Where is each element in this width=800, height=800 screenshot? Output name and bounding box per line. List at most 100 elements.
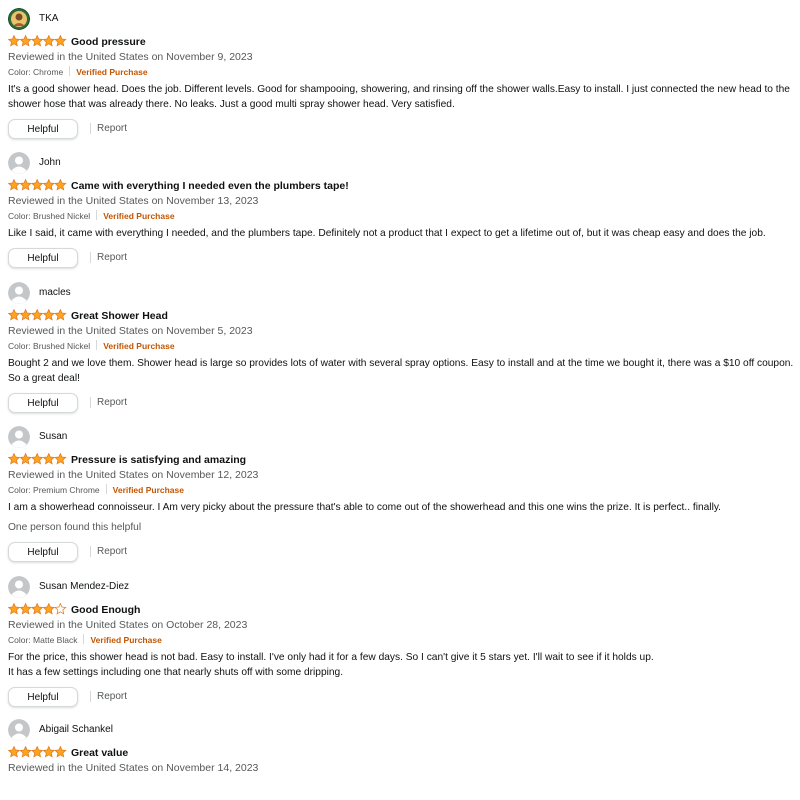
helpful-button[interactable]: Helpful — [8, 393, 78, 413]
star-rating[interactable] — [8, 453, 68, 467]
review-body: It's a good shower head. Does the job. D… — [8, 84, 790, 110]
report-link[interactable]: Report — [97, 251, 127, 265]
review-title[interactable]: Came with everything I needed even the p… — [71, 178, 349, 194]
meta-divider — [69, 66, 71, 76]
review-title[interactable]: Good Enough — [71, 602, 140, 618]
review-title-row: Pressure is satisfying and amazing — [8, 452, 794, 468]
review-actions: Helpful Report — [8, 248, 794, 270]
review-item: Susan Pressure is satisfying and amazing… — [8, 426, 794, 564]
review-date: Reviewed in the United States on Novembe… — [8, 195, 259, 207]
default-user-avatar-icon — [8, 152, 30, 174]
verified-purchase-badge: Verified Purchase — [90, 635, 162, 645]
star-filled-icon — [42, 603, 55, 615]
star-filled-icon — [8, 309, 21, 321]
helpful-button[interactable]: Helpful — [8, 119, 78, 139]
reviewer-name: John — [39, 157, 61, 168]
meta-divider — [96, 210, 98, 220]
star-filled-icon — [54, 746, 67, 758]
reviewer-profile[interactable]: Susan — [8, 426, 794, 448]
star-filled-icon — [19, 35, 32, 47]
review-title[interactable]: Good pressure — [71, 34, 146, 50]
report-link[interactable]: Report — [97, 122, 127, 136]
verified-purchase-badge: Verified Purchase — [103, 211, 175, 221]
review-body: Bought 2 and we love them. Shower head i… — [8, 358, 794, 384]
custom-photo-avatar-icon — [8, 8, 30, 30]
star-filled-icon — [30, 603, 44, 615]
review-meta: Color: Brushed Nickel Verified Purchase — [8, 209, 794, 223]
star-filled-icon — [42, 746, 55, 758]
review-item: Abigail Schankel Great value Reviewed in… — [8, 719, 794, 775]
action-divider — [90, 546, 91, 557]
reviewer-profile[interactable]: Susan Mendez-Diez — [8, 576, 794, 598]
default-user-avatar-icon — [8, 282, 30, 304]
reviewer-name: TKA — [39, 13, 59, 24]
verified-purchase-badge: Verified Purchase — [76, 67, 148, 77]
star-filled-icon — [8, 746, 21, 758]
star-rating[interactable] — [8, 309, 68, 323]
star-filled-icon — [19, 746, 32, 758]
star-filled-icon — [19, 179, 32, 191]
star-filled-icon — [30, 309, 44, 321]
star-filled-icon — [8, 35, 21, 47]
product-variant: Color: Brushed Nickel — [8, 211, 91, 221]
product-variant: Color: Chrome — [8, 67, 64, 77]
review-meta: Color: Brushed Nickel Verified Purchase — [8, 339, 794, 353]
helpful-button[interactable]: Helpful — [8, 542, 78, 562]
helpful-button[interactable]: Helpful — [8, 248, 78, 268]
star-rating[interactable] — [8, 603, 68, 617]
reviewer-profile[interactable]: TKA — [8, 8, 794, 30]
review-body: Like I said, it came with everything I n… — [8, 228, 766, 239]
meta-divider — [83, 634, 85, 644]
star-filled-icon — [19, 453, 32, 465]
review-body-line: It has a few settings including one that… — [8, 667, 344, 678]
reviews-list: TKA Good pressure Reviewed in the United… — [0, 0, 800, 800]
reviewer-profile[interactable]: John — [8, 152, 794, 174]
review-date: Reviewed in the United States on Novembe… — [8, 762, 259, 774]
review-meta: Color: Premium Chrome Verified Purchase — [8, 483, 794, 497]
star-filled-icon — [42, 179, 55, 191]
star-filled-icon — [42, 453, 55, 465]
star-filled-icon — [42, 35, 55, 47]
review-title-row: Good pressure — [8, 34, 794, 50]
helpful-button[interactable]: Helpful — [8, 687, 78, 707]
star-filled-icon — [54, 179, 67, 191]
review-actions: Helpful Report — [8, 687, 794, 709]
star-rating[interactable] — [8, 179, 68, 193]
review-actions: Helpful Report — [8, 542, 794, 564]
review-title[interactable]: Great value — [71, 745, 128, 761]
review-title[interactable]: Great Shower Head — [71, 308, 168, 324]
action-divider — [90, 691, 91, 702]
star-rating[interactable] — [8, 746, 68, 760]
star-filled-icon — [30, 179, 44, 191]
reviewer-name: macles — [39, 287, 71, 298]
report-link[interactable]: Report — [97, 545, 127, 559]
reviewer-name: Abigail Schankel — [39, 724, 113, 735]
report-link[interactable]: Report — [97, 690, 127, 704]
review-title[interactable]: Pressure is satisfying and amazing — [71, 452, 246, 468]
review-body-line: For the price, this shower head is not b… — [8, 652, 654, 663]
reviewer-profile[interactable]: macles — [8, 282, 794, 304]
reviewer-profile[interactable]: Abigail Schankel — [8, 719, 794, 741]
review-date: Reviewed in the United States on Novembe… — [8, 325, 253, 337]
meta-divider — [105, 484, 107, 494]
default-user-avatar-icon — [8, 719, 30, 741]
review-item: Susan Mendez-Diez Good Enough Reviewed i… — [8, 576, 794, 709]
meta-divider — [96, 340, 98, 350]
product-variant: Color: Matte Black — [8, 635, 78, 645]
review-meta: Color: Matte Black Verified Purchase — [8, 633, 794, 647]
product-variant: Color: Brushed Nickel — [8, 341, 91, 351]
review-actions: Helpful Report — [8, 119, 794, 141]
star-filled-icon — [54, 453, 67, 465]
star-filled-icon — [8, 603, 21, 615]
reviewer-name: Susan Mendez-Diez — [39, 581, 130, 592]
verified-purchase-badge: Verified Purchase — [103, 341, 175, 351]
star-filled-icon — [54, 309, 67, 321]
review-date: Reviewed in the United States on Novembe… — [8, 469, 259, 481]
review-date: Reviewed in the United States on October… — [8, 619, 248, 631]
star-filled-icon — [19, 603, 32, 615]
report-link[interactable]: Report — [97, 396, 127, 410]
star-filled-icon — [30, 453, 44, 465]
star-filled-icon — [42, 309, 55, 321]
star-rating[interactable] — [8, 35, 68, 49]
product-variant: Color: Premium Chrome — [8, 485, 100, 495]
